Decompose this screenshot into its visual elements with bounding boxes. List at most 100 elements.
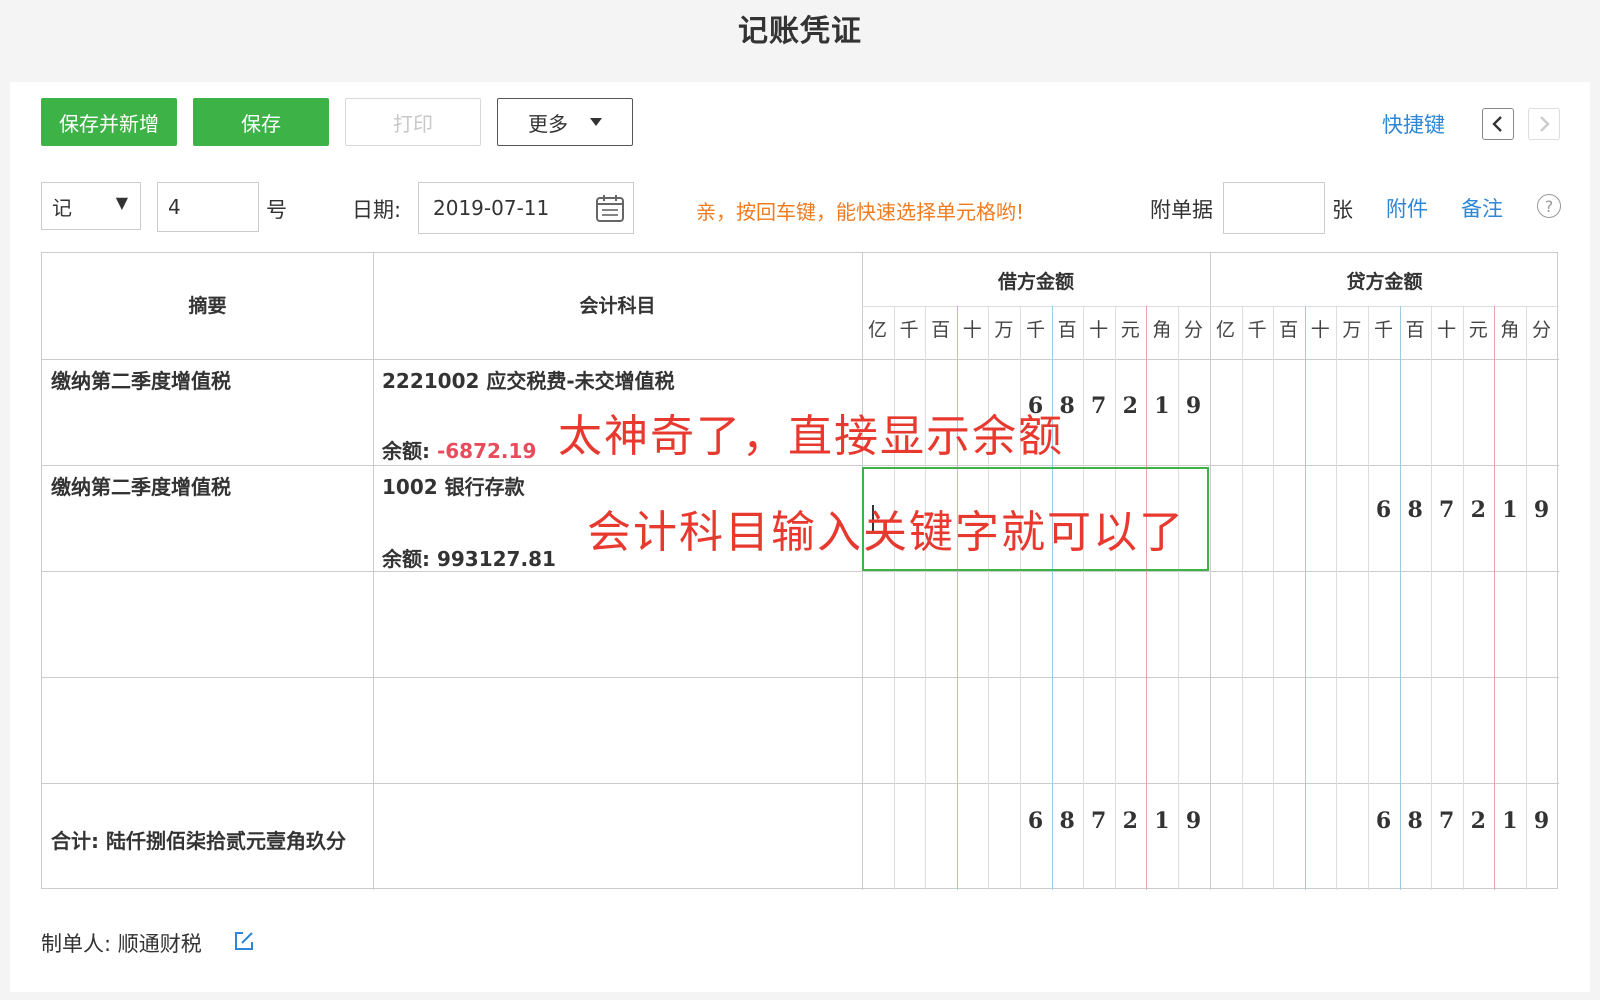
total-debit-digit: 9 — [1185, 808, 1202, 834]
number-suffix: 号 — [266, 198, 287, 222]
row1-summary[interactable]: 缴纳第二季度增值税 — [51, 365, 231, 394]
maker-name: 顺通财税 — [117, 932, 202, 956]
col-summary-header: 摘要 — [188, 295, 227, 317]
unit-label: 角 — [1500, 319, 1520, 341]
date-input[interactable]: 2019-07-11 — [418, 182, 634, 234]
more-dropdown[interactable]: 更多 — [497, 98, 633, 146]
grid-divider — [42, 465, 1559, 466]
row2-balance: 余额: 993127.81 — [382, 543, 556, 572]
row1-debit-digit: 2 — [1122, 393, 1138, 419]
voucher-type-value: 记 — [52, 195, 72, 220]
print-button[interactable]: 打印 — [345, 98, 481, 146]
total-debit-digit: 6 — [1027, 808, 1044, 834]
shortcut-link[interactable]: 快捷键 — [1382, 109, 1445, 139]
row4-account[interactable] — [373, 677, 862, 783]
row2-credit-digit: 9 — [1533, 497, 1550, 523]
digit-column-line — [1431, 306, 1433, 890]
unit-label: 百 — [1405, 319, 1425, 341]
grid-divider — [862, 306, 1559, 307]
col-debit-header: 借方金额 — [997, 271, 1074, 293]
row2-summary[interactable]: 缴纳第二季度增值税 — [51, 471, 231, 500]
unit-label: 十 — [1089, 319, 1109, 341]
help-icon[interactable]: ? — [1537, 194, 1561, 218]
row1-account[interactable]: 2221002 应交税费-未交增值税 — [382, 365, 675, 394]
unit-label: 元 — [1468, 319, 1488, 341]
unit-label: 千 — [1247, 319, 1267, 341]
total-credit-digit: 8 — [1407, 808, 1423, 834]
digit-column-line — [1368, 306, 1369, 890]
row1-debit-digit: 9 — [1185, 393, 1202, 419]
row2-credit-digit: 1 — [1502, 497, 1518, 523]
remark-link[interactable]: 备注 — [1461, 193, 1503, 223]
row1-balance: 余额: -6872.19 — [382, 435, 536, 464]
calendar-icon[interactable] — [595, 193, 625, 223]
voucher-type-select[interactable]: 记 ▼ — [41, 182, 141, 230]
unit-label: 十 — [1310, 319, 1330, 341]
attach-unit: 张 — [1332, 198, 1353, 222]
unit-label: 十 — [1437, 319, 1457, 341]
row2-balance-value: 993127.81 — [436, 547, 556, 571]
annotation-balance: 太神奇了，直接显示余额 — [558, 411, 1064, 462]
col-credit-header: 贷方金额 — [1346, 271, 1423, 293]
digit-column-line — [1336, 306, 1338, 890]
voucher-number-input[interactable]: 4 — [157, 182, 259, 232]
unit-label: 百 — [1057, 319, 1077, 341]
more-label: 更多 — [528, 111, 568, 136]
row2-credit-digit: 7 — [1439, 497, 1455, 523]
row2-credit-digit: 8 — [1407, 497, 1423, 523]
next-voucher-button[interactable] — [1528, 108, 1560, 140]
attachment-link[interactable]: 附件 — [1386, 193, 1428, 223]
total-credit-digit: 7 — [1439, 808, 1455, 834]
attach-count-input[interactable] — [1223, 182, 1325, 234]
row1-debit-digit: 1 — [1154, 393, 1170, 419]
maker-label: 制单人: — [41, 932, 112, 956]
page-title: 记账凭证 — [738, 14, 862, 49]
date-label: 日期: — [352, 198, 402, 222]
unit-label: 分 — [1531, 319, 1551, 341]
voucher-grid: 摘要 会计科目 借方金额 贷方金额 缴纳第二季度增值税 2221002 应交税费… — [41, 252, 1559, 890]
total-debit-digit: 2 — [1122, 808, 1138, 834]
digit-column-line — [1494, 306, 1496, 890]
digit-column-line — [956, 306, 958, 890]
balance-label: 余额: — [382, 547, 430, 571]
unit-label: 千 — [899, 319, 919, 341]
triangle-down-icon: ▼ — [115, 193, 128, 212]
total-debit-digit: 7 — [1091, 808, 1107, 834]
total-label: 合计: 陆仟捌佰柒拾贰元壹角玖分 — [51, 829, 346, 853]
edit-icon[interactable] — [233, 930, 255, 952]
col-account-header: 会计科目 — [579, 295, 656, 317]
digit-column-line — [1241, 306, 1243, 890]
unit-label: 分 — [1183, 319, 1203, 341]
digit-column-line — [1273, 306, 1275, 890]
maker: 制单人: 顺通财税 — [41, 928, 202, 958]
balance-label: 余额: — [382, 439, 430, 463]
grid-divider — [42, 783, 1559, 784]
unit-label: 万 — [1342, 319, 1362, 341]
row2-credit-digit: 6 — [1375, 497, 1392, 523]
digit-column-line — [1462, 306, 1464, 890]
enter-key-hint: 亲，按回车键，能快速选择单元格哟! — [696, 200, 1025, 224]
save-button[interactable]: 保存 — [193, 98, 329, 146]
total-credit-digit: 1 — [1502, 808, 1518, 834]
unit-label: 百 — [1279, 319, 1299, 341]
digit-column-line — [988, 306, 990, 890]
row3-account[interactable] — [373, 571, 862, 677]
row4-summary[interactable] — [42, 677, 373, 783]
row1-debit-digit: 7 — [1091, 393, 1107, 419]
total-credit-digit: 9 — [1533, 808, 1550, 834]
unit-label: 十 — [962, 319, 982, 341]
unit-label: 千 — [1373, 319, 1393, 341]
chevron-right-icon — [1540, 116, 1550, 132]
save-and-new-button[interactable]: 保存并新增 — [41, 98, 177, 146]
row3-summary[interactable] — [42, 571, 373, 677]
prev-voucher-button[interactable] — [1482, 108, 1514, 140]
row2-account[interactable]: 1002 银行存款 — [382, 471, 525, 500]
digit-column-line — [1304, 306, 1306, 890]
digit-column-line — [1526, 306, 1527, 890]
row1-balance-value: -6872.19 — [436, 439, 537, 463]
digit-column-line — [893, 306, 895, 890]
unit-label: 角 — [1152, 319, 1172, 341]
digit-column-line — [1399, 306, 1401, 890]
row2-credit-digit: 2 — [1470, 497, 1486, 523]
annotation-keyword: 会计科目输入关键字就可以了 — [587, 507, 1185, 558]
